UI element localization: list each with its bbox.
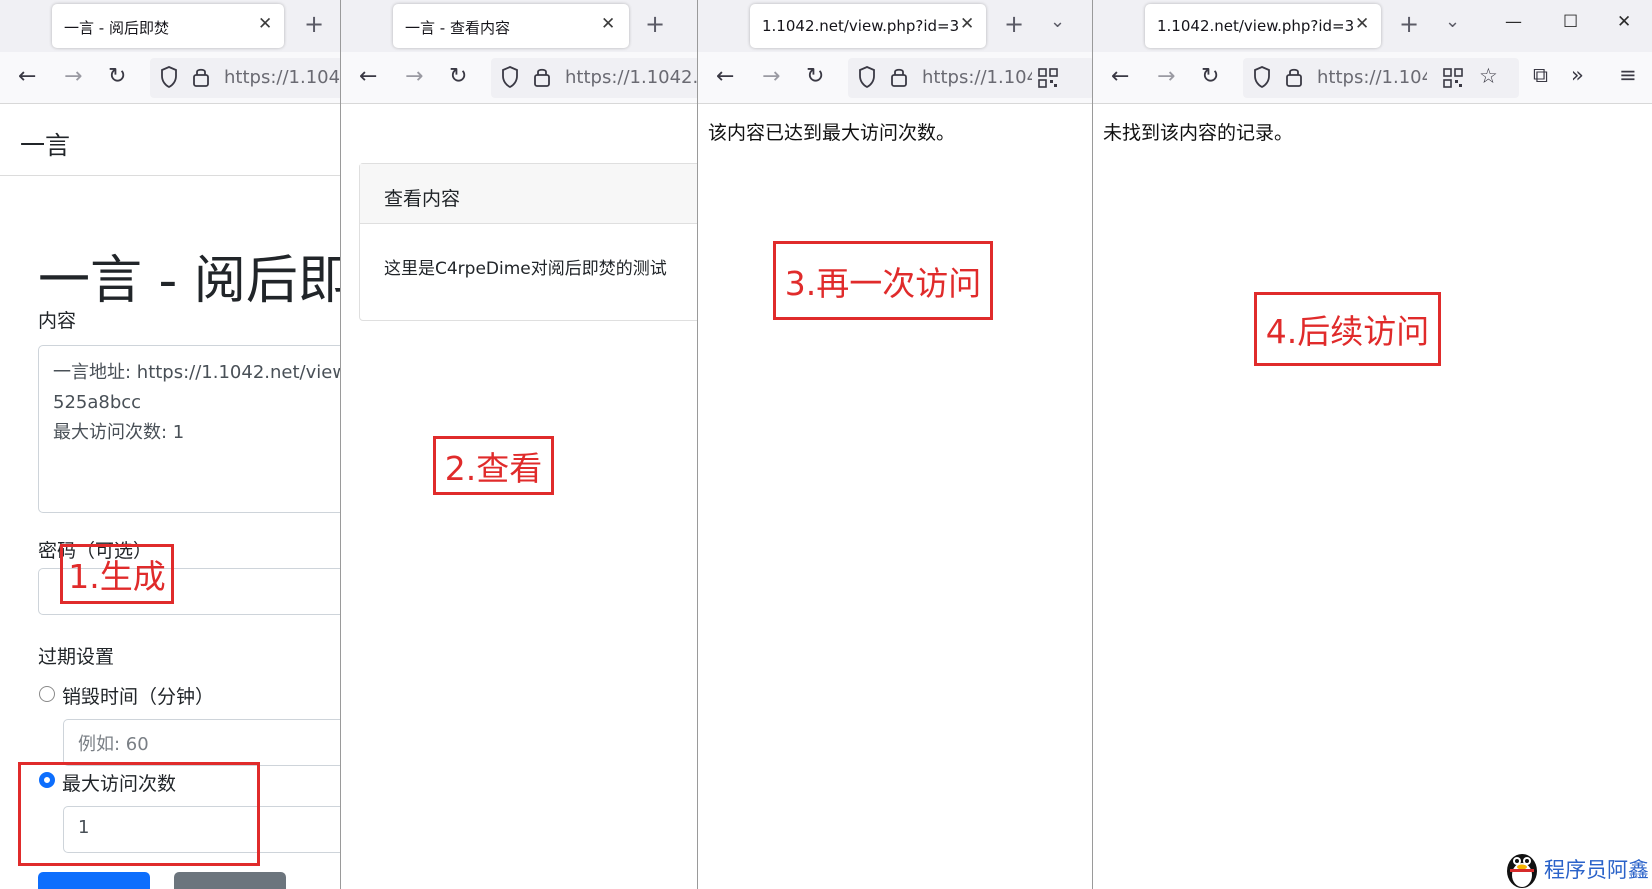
divider [0,175,340,176]
shield-icon[interactable] [501,66,519,88]
reload-icon[interactable]: ↻ [1201,62,1219,92]
star-icon[interactable]: ☆ [1479,64,1498,88]
navigation-bar: ← → ↻ https://1.1042.net/view.php?id=32 [341,52,697,104]
tab-title: 1.1042.net/view.php?id=32 [762,17,958,35]
panel-divider [1092,0,1093,889]
content-card: 查看内容 这里是C4rpeDime对阅后即焚的测试 [359,163,697,321]
close-icon[interactable]: ✕ [601,14,615,34]
forward-arrow-icon[interactable]: → [1157,62,1175,92]
url-bar[interactable]: https://1.1042.net/view.php?id=32 [491,58,697,98]
annotation-step1: 1.生成 [60,544,174,604]
secondary-button[interactable] [174,872,286,889]
tab-create[interactable]: 一言 - 阅后即焚 ✕ [52,4,284,48]
url-bar[interactable]: https://1.1042.net/ [150,58,340,98]
tab-revisit[interactable]: 1.1042.net/view.php?id=32 ✕ [750,4,986,48]
navigation-bar: ← → ↻ https://1.1042.net/ [0,52,340,104]
tab-strip: 1.1042.net/view.php?id=32 ✕ + ⌄ [698,0,1092,52]
shield-icon[interactable] [1253,66,1271,88]
new-tab-icon[interactable]: + [304,11,324,37]
back-arrow-icon[interactable]: ← [1111,62,1129,92]
tab-title: 一言 - 查看内容 [405,19,510,37]
close-icon[interactable]: ✕ [258,14,272,34]
tab-list-icon[interactable]: ⌄ [1050,11,1065,32]
lock-icon[interactable] [1285,67,1303,87]
reload-icon[interactable]: ↻ [449,62,467,92]
new-tab-icon[interactable]: + [1399,11,1419,37]
url-text: https://1.1042.net/view.php?id=32 [922,67,1032,88]
watermark: 程序员阿鑫 [1500,845,1652,889]
forward-arrow-icon[interactable]: → [405,62,423,92]
tab-title: 1.1042.net/view.php?id=32 [1157,17,1353,35]
navigation-bar: ← → ↻ https://1.1042.net/view.php?id=32 [698,52,1092,104]
url-bar[interactable]: https://1.1042.net/view.php?id=32 ☆ [1243,58,1519,98]
shield-icon[interactable] [858,66,876,88]
overflow-icon[interactable]: » [1571,63,1584,87]
tab-title: 一言 - 阅后即焚 [64,19,169,37]
destroy-time-input[interactable]: 例如: 60 [63,719,340,766]
reload-icon[interactable]: ↻ [108,62,126,92]
lock-icon[interactable] [192,67,210,87]
url-text: https://1.1042.net/view.php?id=32 [1317,67,1427,88]
navigation-bar: ← → ↻ https://1.1042.net/view.php?id=32 … [1093,52,1652,104]
penguin-logo-icon [1507,854,1537,888]
reload-icon[interactable]: ↻ [806,62,824,92]
back-arrow-icon[interactable]: ← [716,62,734,92]
card-body-text: 这里是C4rpeDime对阅后即焚的测试 [384,259,667,279]
forward-arrow-icon[interactable]: → [64,62,82,92]
browser-window-create: 一言 - 阅后即焚 ✕ + ← → ↻ https://1.1042.net/ … [0,0,340,889]
tab-strip: 1.1042.net/view.php?id=32 ✕ + ⌄ — ☐ ✕ [1093,0,1652,52]
tab-strip: 一言 - 查看内容 ✕ + [341,0,697,52]
tab-list-icon[interactable]: ⌄ [1445,11,1460,32]
lock-icon[interactable] [890,67,908,87]
forward-arrow-icon[interactable]: → [762,62,780,92]
tab-strip: 一言 - 阅后即焚 ✕ + [0,0,340,52]
destroy-time-label: 销毁时间（分钟） [62,686,215,708]
lock-icon[interactable] [533,67,551,87]
annotation-step4: 4.后续访问 [1254,292,1441,366]
status-message: 该内容已达到最大访问次数。 [708,122,956,144]
close-icon[interactable]: ✕ [1355,14,1369,34]
maximize-icon[interactable]: ☐ [1563,12,1578,32]
url-text: https://1.1042.net/ [224,67,340,88]
panel-divider [697,0,698,889]
browser-window-later: 1.1042.net/view.php?id=32 ✕ + ⌄ — ☐ ✕ ← … [1093,0,1652,889]
annotation-max-visits-box [18,762,260,866]
qr-code-icon[interactable] [1038,68,1058,88]
content-textarea[interactable]: 一言地址: https://1.1042.net/view.php?id=32 … [38,345,340,513]
menu-icon[interactable]: ≡ [1619,63,1637,87]
back-arrow-icon[interactable]: ← [359,62,377,92]
new-tab-icon[interactable]: + [645,11,665,37]
close-icon[interactable]: ✕ [960,14,974,34]
card-header: 查看内容 [360,164,697,224]
back-arrow-icon[interactable]: ← [18,62,36,92]
watermark-text: 程序员阿鑫 [1544,858,1649,882]
tab-later[interactable]: 1.1042.net/view.php?id=32 ✕ [1145,4,1381,48]
card-title: 查看内容 [384,188,461,210]
extensions-icon[interactable]: ⧉ [1533,63,1548,88]
browser-window-revisit: 1.1042.net/view.php?id=32 ✕ + ⌄ ← → ↻ ht… [698,0,1092,889]
expiry-label: 过期设置 [38,646,115,668]
annotation-step3: 3.再一次访问 [773,241,993,320]
content-label: 内容 [38,310,77,332]
close-window-icon[interactable]: ✕ [1617,12,1631,32]
qr-code-icon[interactable] [1443,68,1463,88]
new-tab-icon[interactable]: + [1004,11,1024,37]
panel-divider [340,0,341,889]
url-text: https://1.1042.net/view.php?id=32 [565,67,697,88]
destroy-time-radio[interactable] [39,686,55,702]
generate-button[interactable] [38,872,150,889]
status-message: 未找到该内容的记录。 [1103,122,1294,144]
annotation-step2: 2.查看 [433,436,554,495]
navbar-brand[interactable]: 一言 [20,126,70,162]
tab-view[interactable]: 一言 - 查看内容 ✕ [393,4,629,48]
minimize-icon[interactable]: — [1505,12,1522,32]
shield-icon[interactable] [160,66,178,88]
page-title: 一言 - 阅后即焚 [38,251,340,311]
url-bar[interactable]: https://1.1042.net/view.php?id=32 [848,58,1092,98]
